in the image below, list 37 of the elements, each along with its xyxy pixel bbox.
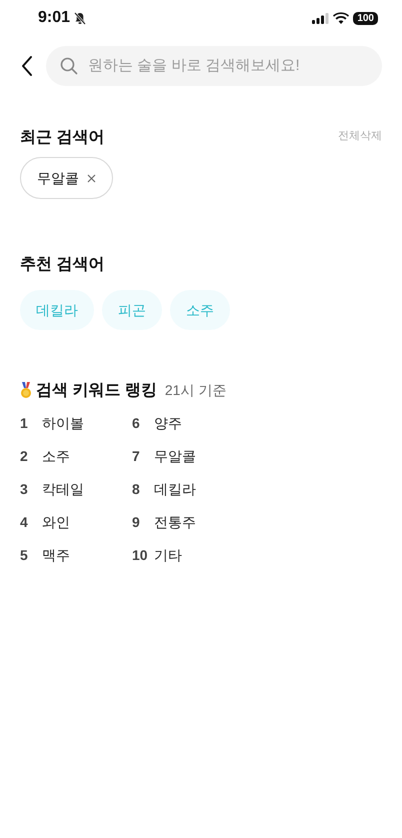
rank-number: 10 bbox=[132, 546, 149, 566]
wifi-icon bbox=[333, 12, 350, 24]
rank-number: 6 bbox=[132, 414, 141, 434]
ranking-keyword[interactable]: 소주 bbox=[42, 446, 70, 468]
signal-icon bbox=[312, 12, 330, 24]
ranking-keyword[interactable]: 칵테일 bbox=[42, 479, 84, 500]
search-field[interactable]: 원하는 술을 바로 검색해보세요! bbox=[86, 54, 368, 78]
ranking-keyword[interactable]: 무알콜 bbox=[154, 446, 196, 468]
medal-icon bbox=[20, 382, 32, 400]
search-bar[interactable]: 원하는 술을 바로 검색해보세요! bbox=[46, 46, 382, 86]
status-time: 9:01 bbox=[38, 8, 70, 28]
bell-muted-icon bbox=[74, 12, 86, 24]
ranking-keyword[interactable]: 와인 bbox=[42, 512, 70, 534]
ranking-keyword[interactable]: 하이볼 bbox=[42, 413, 84, 434]
section-title: 추천 검색어 bbox=[20, 255, 106, 274]
recent-search-chip[interactable]: 무알콜 bbox=[20, 157, 113, 200]
back-icon[interactable] bbox=[20, 54, 34, 77]
ranking-keyword[interactable]: 전통주 bbox=[154, 512, 196, 534]
ranking-keyword[interactable]: 양주 bbox=[154, 413, 182, 434]
search-icon bbox=[60, 57, 78, 75]
section-title: 최근 검색어 bbox=[20, 128, 104, 148]
rank-number: 9 bbox=[132, 513, 141, 532]
rank-number: 3 bbox=[20, 480, 29, 500]
close-icon[interactable] bbox=[87, 174, 96, 183]
ranking-time-basis: 21시 기준 bbox=[164, 381, 226, 400]
ranking-keyword[interactable]: 맥주 bbox=[42, 545, 70, 566]
rank-number: 7 bbox=[132, 447, 141, 466]
ranking-keyword[interactable]: 데킬라 bbox=[154, 479, 196, 500]
rank-number: 4 bbox=[20, 513, 29, 532]
chip-label[interactable]: 무알콜 bbox=[37, 168, 79, 189]
ranking-keyword[interactable]: 기타 bbox=[154, 545, 182, 566]
rank-number: 8 bbox=[132, 480, 141, 500]
battery-level: 100 bbox=[353, 12, 378, 24]
rank-number: 1 bbox=[20, 414, 29, 434]
rank-number: 2 bbox=[20, 447, 29, 466]
section-title: 검색 키워드 랭킹 bbox=[36, 381, 157, 400]
rank-number: 5 bbox=[20, 546, 29, 566]
